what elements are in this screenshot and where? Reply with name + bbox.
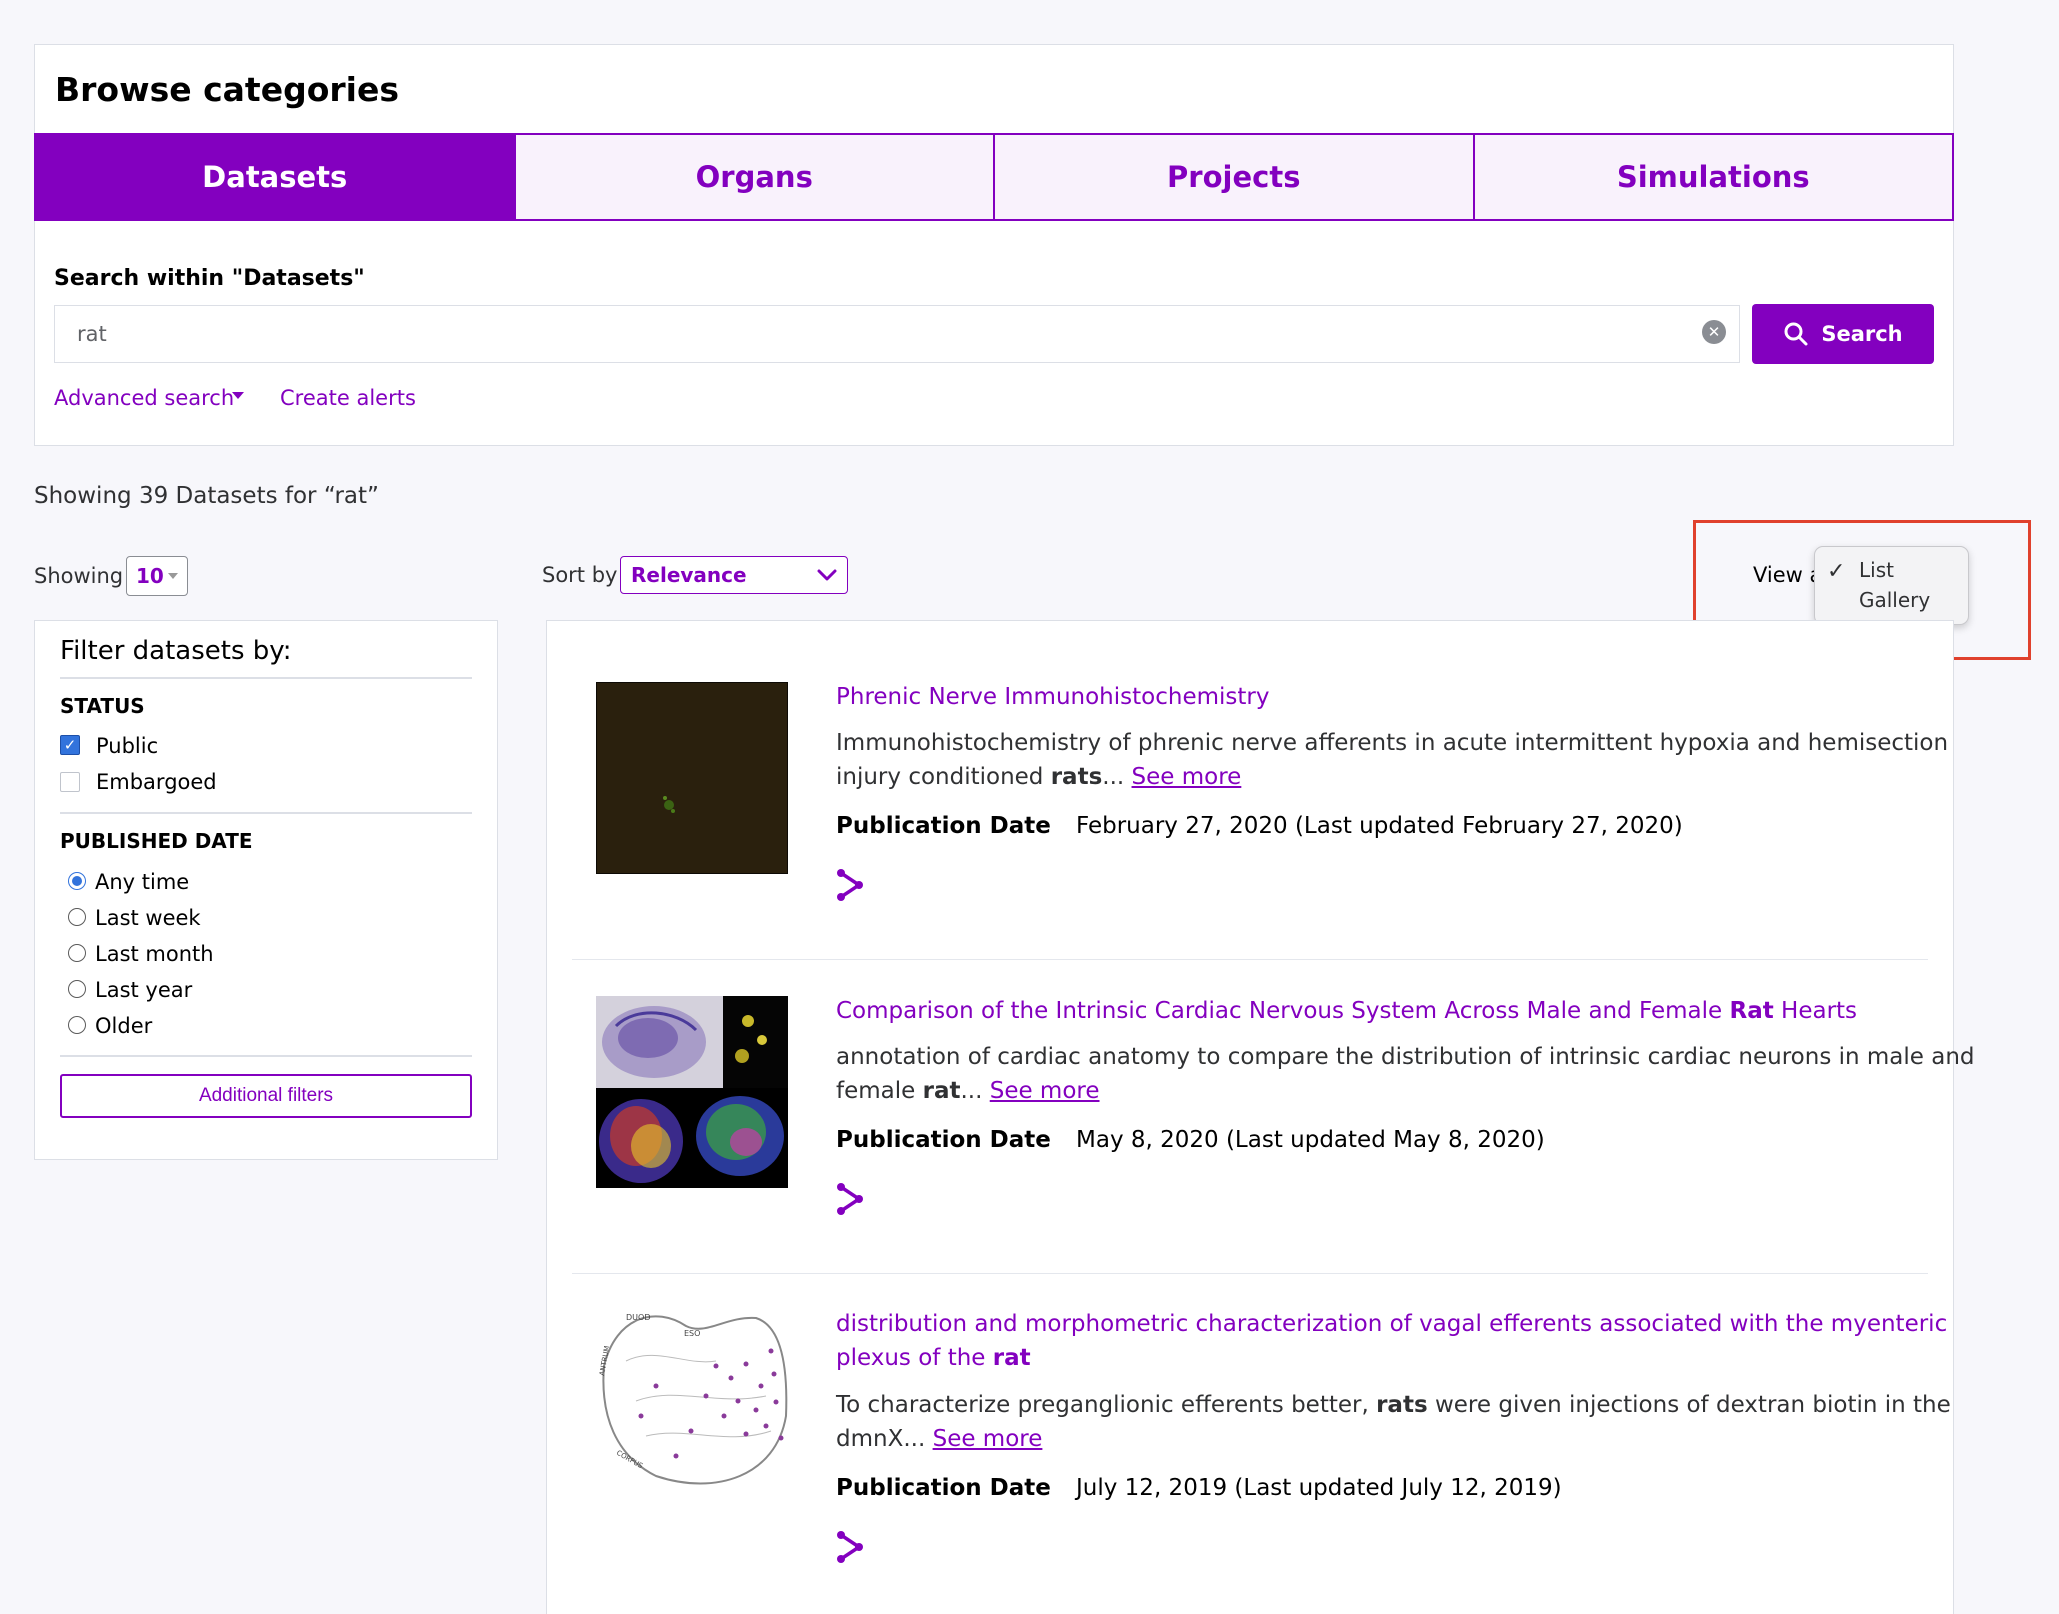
create-alerts-link[interactable]: Create alerts [280,386,416,410]
chevron-down-icon [817,569,837,581]
sort-select[interactable]: Relevance [620,556,848,594]
category-tabs: Datasets Organs Projects Simulations [34,133,1954,221]
public-checkbox[interactable]: ✓ [60,735,80,755]
page-size-select[interactable]: 10 [126,556,188,596]
search-button-label: Search [1821,322,1903,346]
caret-down-icon[interactable] [232,392,244,399]
caret-down-icon [167,573,178,579]
any-time-label: Any time [95,870,190,894]
embargoed-checkbox[interactable] [60,772,80,792]
thumbnail-image [596,996,788,1188]
publication-date-label: Publication Date [836,813,1051,839]
see-more-link[interactable]: See more [990,1078,1100,1104]
result-description-line2: dmnX... See more [836,1426,1043,1452]
publication-date-value: February 27, 2020 (Last updated February… [1076,813,1683,839]
result-divider [572,1273,1928,1274]
result-thumbnail[interactable]: DUOD ESO ANTRUM CORPUS [596,1306,788,1498]
view-option-gallery[interactable]: Gallery [1859,588,1930,612]
see-more-link[interactable]: See more [933,1426,1043,1452]
sort-value: Relevance [631,563,747,587]
search-input[interactable]: rat [54,305,1740,363]
svg-text:DUOD: DUOD [626,1313,650,1322]
embargoed-label: Embargoed [96,770,217,794]
checkmark-icon: ✓ [1827,559,1846,584]
divider [60,677,472,679]
search-button[interactable]: Search [1752,304,1934,364]
share-icon[interactable] [836,868,866,902]
last-year-label: Last year [95,978,193,1002]
view-option-list[interactable]: List [1859,558,1894,582]
result-description-line2: injury conditioned rats... See more [836,764,1242,790]
public-label: Public [96,734,159,758]
result-description-line2: female rat... See more [836,1078,1100,1104]
view-dropdown-menu: ✓ List Gallery [1814,546,1969,625]
thumbnail-image: DUOD ESO ANTRUM CORPUS [596,1306,788,1498]
clear-icon[interactable]: ✕ [1702,320,1726,344]
tab-simulations[interactable]: Simulations [1473,133,1954,221]
tab-organs[interactable]: Organs [514,133,994,221]
page-title: Browse categories [55,70,399,109]
divider [60,812,472,814]
result-thumbnail[interactable] [596,682,788,874]
share-icon[interactable] [836,1182,866,1216]
result-title-line2[interactable]: plexus of the rat [836,1341,1031,1375]
result-title[interactable]: distribution and morphometric characteri… [836,1307,1947,1341]
result-divider [572,959,1928,960]
tab-projects[interactable]: Projects [994,133,1474,221]
see-more-link[interactable]: See more [1132,764,1242,790]
last-month-label: Last month [95,942,214,966]
advanced-search-link[interactable]: Advanced search [54,386,234,410]
showing-label: Showing [34,564,124,588]
result-description: Immunohistochemistry of phrenic nerve af… [836,730,1949,756]
last-week-label: Last week [95,906,201,930]
result-description: annotation of cardiac anatomy to compare… [836,1044,1975,1070]
result-thumbnail[interactable] [596,996,788,1188]
radio-last-year[interactable] [68,980,86,998]
older-label: Older [95,1014,153,1038]
results-summary: Showing 39 Datasets for “rat” [34,483,379,509]
additional-filters-button[interactable]: Additional filters [60,1074,472,1118]
sort-label: Sort by [542,563,618,587]
filter-title: Filter datasets by: [60,636,292,666]
published-date-heading: PUBLISHED DATE [60,829,253,853]
result-title[interactable]: Comparison of the Intrinsic Cardiac Nerv… [836,994,1857,1028]
publication-date-label: Publication Date [836,1127,1051,1153]
search-icon [1784,322,1808,346]
thumbnail-image [597,683,787,873]
radio-last-month[interactable] [68,944,86,962]
svg-text:ESO: ESO [684,1329,700,1338]
tab-datasets[interactable]: Datasets [34,133,515,221]
share-icon[interactable] [836,1530,866,1564]
publication-date-value: May 8, 2020 (Last updated May 8, 2020) [1076,1127,1545,1153]
page-size-value: 10 [136,564,164,588]
status-heading: STATUS [60,694,145,718]
radio-any-time[interactable] [68,872,86,890]
result-title[interactable]: Phrenic Nerve Immunohistochemistry [836,680,1269,714]
search-input-value: rat [77,322,107,346]
divider [60,1055,472,1057]
search-label: Search within "Datasets" [54,266,365,291]
radio-last-week[interactable] [68,908,86,926]
radio-older[interactable] [68,1016,86,1034]
publication-date-value: July 12, 2019 (Last updated July 12, 201… [1076,1475,1562,1501]
result-description: To characterize preganglionic efferents … [836,1392,1951,1418]
publication-date-label: Publication Date [836,1475,1051,1501]
